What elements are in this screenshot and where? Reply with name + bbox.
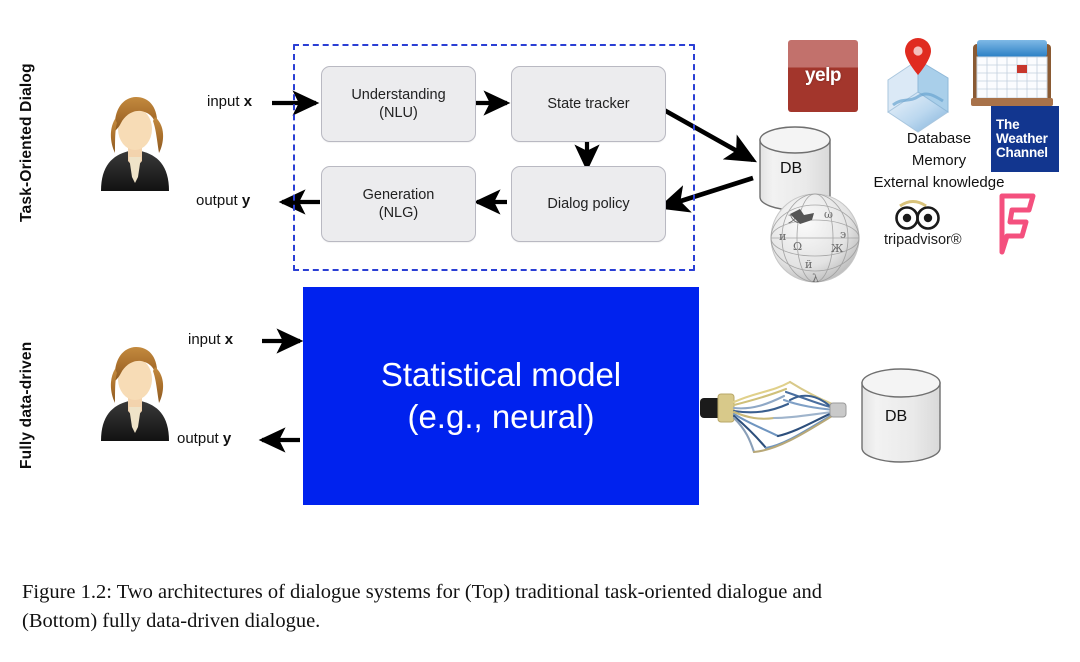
weather-line-2: Weather	[996, 131, 1048, 147]
avatar-bottom	[101, 347, 169, 441]
bottom-input-label: input x	[188, 331, 234, 348]
calendar-logo	[971, 40, 1053, 106]
frayed-ethernet-cable	[700, 380, 847, 454]
weather-channel-logo: The Weather Channel	[991, 106, 1059, 172]
svg-text:э: э	[840, 228, 846, 241]
caption-line-1: Figure 1.2: Two architectures of dialogu…	[22, 581, 823, 603]
module-nlg[interactable]: Generation (NLG)	[321, 166, 476, 242]
yelp-logo: yelp	[788, 40, 858, 112]
avatar-top	[101, 97, 169, 191]
svg-text:λ: λ	[812, 272, 819, 285]
module-nlu-line1: Understanding	[351, 86, 446, 103]
database-label-bottom: DB	[885, 408, 908, 425]
module-dialog-policy-line1: Dialog policy	[547, 195, 630, 212]
svg-text:文: 文	[788, 211, 799, 225]
wikipedia-globe-logo: 文 ω Ω Ж й э и λ	[770, 193, 860, 285]
module-dialog-policy[interactable]: Dialog policy	[511, 166, 666, 242]
yelp-logo-text: yelp	[804, 65, 842, 86]
svg-text:Ж: Ж	[831, 242, 844, 255]
module-nlu[interactable]: Understanding (NLU)	[321, 66, 476, 142]
row-label-task-oriented: Task-Oriented Dialog	[18, 63, 35, 222]
database-label-top: DB	[780, 160, 803, 177]
module-nlg-line1: Generation	[362, 186, 435, 203]
top-input-label: input x	[207, 93, 253, 110]
weather-line-3: Channel	[996, 144, 1048, 160]
figure-caption: Figure 1.2: Two architectures of dialogu…	[22, 578, 1062, 636]
bottom-output-label: output y	[177, 430, 232, 447]
caption-line-2: (Bottom) fully data-driven dialogue.	[22, 610, 321, 633]
weather-line-1: The	[996, 117, 1020, 133]
svg-text:и: и	[779, 230, 786, 243]
statistical-model-box[interactable]: Statistical model (e.g., neural)	[303, 287, 699, 505]
foursquare-logo	[999, 193, 1036, 255]
module-state-tracker-line1: State tracker	[547, 95, 630, 112]
svg-text:й: й	[805, 258, 812, 271]
knowledge-line-external: External knowledge	[873, 173, 1005, 191]
svg-text:ω: ω	[824, 208, 833, 221]
bottom-arrows	[258, 328, 304, 453]
svg-text:Ω: Ω	[793, 240, 802, 253]
foursquare-logo-tile	[994, 190, 1042, 256]
statistical-model-line2: (e.g., neural)	[407, 398, 595, 435]
top-output-label: output y	[196, 192, 251, 209]
maps-pin-logo	[887, 38, 949, 133]
module-nlg-line2: (NLG)	[378, 205, 419, 221]
module-nlu-line2: (NLU)	[379, 105, 418, 121]
tripadvisor-wordmark: tripadvisor®	[884, 232, 962, 248]
figure-dialogue-architectures: 文 ω Ω Ж й э и λ Task-Oriented Dialog input x…	[0, 0, 1080, 662]
tripadvisor-logo	[895, 200, 940, 230]
module-state-tracker[interactable]: State tracker	[511, 66, 666, 142]
statistical-model-line1: Statistical model	[380, 355, 622, 393]
row-label-fully-data-driven: Fully data-driven	[18, 341, 35, 469]
